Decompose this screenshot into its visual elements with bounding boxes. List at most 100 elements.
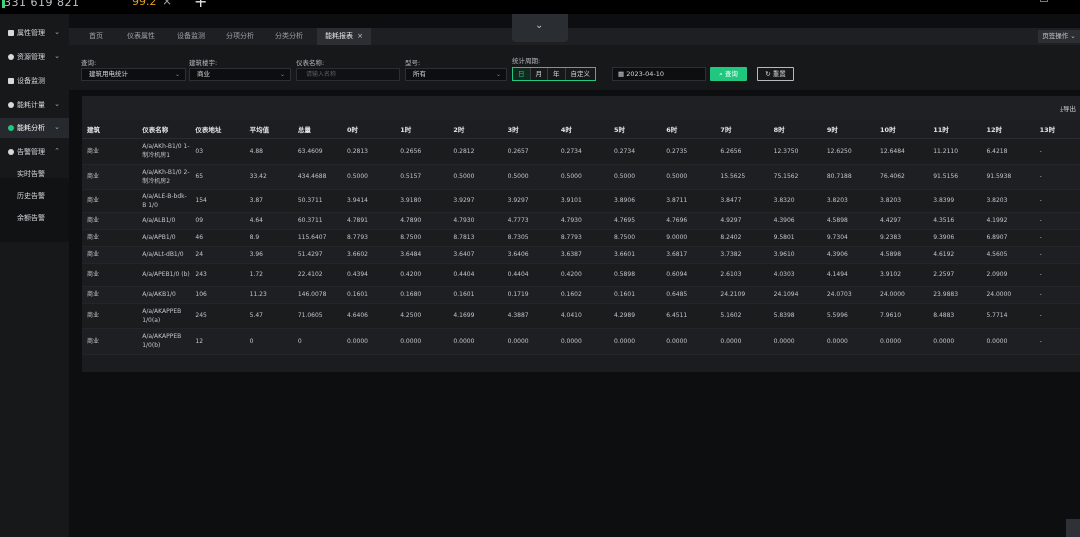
period-custom[interactable]: 自定义 bbox=[566, 68, 596, 80]
tab-home[interactable]: 首页 bbox=[80, 28, 112, 45]
table-cell: 9.5801 bbox=[768, 229, 822, 247]
table-cell: 7.9610 bbox=[875, 303, 929, 329]
table-cell: 0.5000 bbox=[342, 164, 396, 190]
table-cell: 245 bbox=[190, 303, 245, 329]
table-cell: 3.8399 bbox=[928, 189, 982, 213]
table-row[interactable]: 商业 A/a/AKAPPEB 1/0(b) 12 0 0 0.0000 0.0000 0.00… bbox=[82, 328, 1080, 355]
tab-item-analysis[interactable]: 分项分析 bbox=[218, 28, 262, 45]
table-cell: 商业 bbox=[82, 189, 138, 213]
table-cell: 0.0000 bbox=[609, 328, 662, 355]
table-cell: 3.6407 bbox=[448, 246, 503, 264]
model-select[interactable]: 所有 ⌄ bbox=[405, 68, 507, 81]
table-cell: 0.4404 bbox=[502, 263, 556, 287]
table-cell: 3.6387 bbox=[555, 246, 610, 264]
search-button[interactable]: ⌕ 查询 bbox=[710, 67, 747, 81]
table-cell: 63.4609 bbox=[292, 138, 342, 165]
column-header: 7时 bbox=[715, 120, 769, 139]
collapse-handle[interactable]: ⌄ bbox=[512, 14, 568, 42]
date-picker[interactable]: ▦ 2023-04-10 bbox=[612, 67, 706, 81]
energy-report-table: 建筑 仪表名称 仪表地址 平均值 总量 0时 1时 2时 3时 4时 5时 6时 7时 8时 9时 10时 11… bbox=[82, 120, 1080, 355]
table-cell: 4.0303 bbox=[768, 263, 822, 287]
table-row[interactable]: 商业 A/a/ALB1/0 09 4.64 60.3711 4.7891 4.7890 4.7… bbox=[82, 212, 1080, 230]
meter-icon bbox=[8, 102, 14, 108]
table-cell: 0.2812 bbox=[448, 138, 503, 165]
table-header-row: 建筑 仪表名称 仪表地址 平均值 总量 0时 1时 2时 3时 4时 5时 6时 7时 8时 9时 10时 11… bbox=[82, 120, 1080, 139]
table-cell: A/a/AKAPPEB 1/0(b) bbox=[137, 328, 191, 355]
table-cell: 8.7500 bbox=[609, 229, 662, 247]
table-cell: 0.5000 bbox=[661, 164, 716, 190]
sidebar-item-metering[interactable]: 能耗计量 ⌄ bbox=[0, 95, 69, 115]
table-row[interactable]: 商业 A/a/AKh-B1/0 1-制冷机房1 03 4.88 63.4609 0.281… bbox=[82, 138, 1080, 165]
table-cell: 0.0000 bbox=[981, 328, 1035, 355]
table-cell: 3.9297 bbox=[448, 189, 503, 213]
tab-category-analysis[interactable]: 分类分析 bbox=[267, 28, 311, 45]
table-row[interactable]: 商业 A/a/ALt-dB1/0 24 3.96 51.4297 3.6602 3.6484… bbox=[82, 246, 1080, 264]
table-row[interactable]: 商业 A/a/APB1/0 46 8.9 115.6407 8.7793 8.7500 8.7… bbox=[82, 229, 1080, 247]
table-cell: 4.7930 bbox=[448, 212, 503, 230]
table-cell: 0.4404 bbox=[448, 263, 503, 287]
reset-button[interactable]: ↻ 重置 bbox=[757, 67, 794, 81]
table-cell: 6.2656 bbox=[715, 138, 769, 165]
sidebar-item-alarm[interactable]: 告警管理 ⌃ bbox=[0, 142, 69, 162]
sidebar-item-label: 告警管理 bbox=[17, 148, 45, 156]
table-cell: 09 bbox=[190, 212, 245, 230]
meter-name-label: 仪表名称: bbox=[296, 59, 325, 67]
table-cell: 76.4062 bbox=[875, 164, 929, 190]
tab-label: 能耗报表 bbox=[325, 32, 354, 40]
table-cell: 5.1602 bbox=[715, 303, 769, 329]
table-cell: 商业 bbox=[82, 246, 138, 264]
period-year[interactable]: 年 bbox=[548, 68, 566, 80]
table-cell: 3.8711 bbox=[661, 189, 716, 213]
table-cell: 71.0605 bbox=[292, 303, 342, 329]
table-cell: 0 bbox=[292, 328, 342, 355]
sidebar-item-analysis[interactable]: 能耗分析 ⌄ bbox=[0, 118, 69, 138]
table-cell: 8.9 bbox=[244, 229, 293, 247]
tab-energy-report[interactable]: 能耗报表 × bbox=[317, 28, 371, 45]
tab-strip: 首页 仪表属性 设备监测 分项分析 分类分析 能耗报表 × 页签操作 ⌄ bbox=[69, 28, 1080, 45]
tab-meter-attributes[interactable]: 仪表属性 bbox=[119, 28, 163, 45]
table-row[interactable]: 商业 A/a/APEB1/0 (b) 243 1.72 22.4102 0.4394 0.4… bbox=[82, 263, 1080, 287]
query-select[interactable]: 建筑用电统计 ⌄ bbox=[81, 68, 186, 81]
close-icon[interactable]: × bbox=[162, 0, 172, 8]
column-header: 12时 bbox=[981, 120, 1035, 139]
table-cell: 24.1094 bbox=[768, 286, 822, 304]
query-value: 建筑用电统计 bbox=[89, 70, 128, 78]
table-cell: 8.7793 bbox=[342, 229, 396, 247]
sidebar-item-resource[interactable]: 资源管理 ⌄ bbox=[0, 47, 69, 67]
sidebar-subitem-balance-alarm[interactable]: 余额告警 bbox=[0, 208, 69, 228]
sidebar-subitem-realtime-alarm[interactable]: 实时告警 bbox=[0, 164, 69, 184]
maximize-icon[interactable] bbox=[1040, 0, 1048, 2]
table-row[interactable]: 商业 A/a/AKB1/0 106 11.23 146.0078 0.1601 0.1680… bbox=[82, 286, 1080, 304]
export-button[interactable]: ⤓导出 bbox=[1060, 103, 1076, 114]
table-cell: 0.5000 bbox=[448, 164, 503, 190]
column-header: 6时 bbox=[661, 120, 716, 139]
table-row[interactable]: 商业 A/a/ALE-B-bdk-B 1/0 154 3.87 50.3711 3.941… bbox=[82, 189, 1080, 213]
sidebar-item-property[interactable]: 属性管理 ⌄ bbox=[0, 23, 69, 43]
table-cell: A/a/AKh-B1/0 1-制冷机房1 bbox=[137, 138, 191, 165]
sidebar-subitem-history-alarm[interactable]: 历史告警 bbox=[0, 186, 69, 206]
table-cell: 3.6406 bbox=[502, 246, 556, 264]
table-cell: 0.2813 bbox=[342, 138, 396, 165]
close-icon[interactable]: × bbox=[357, 32, 363, 40]
sidebar-item-device-monitor[interactable]: 设备监测 bbox=[0, 71, 69, 91]
table-cell: 3.8203 bbox=[821, 189, 876, 213]
table-cell: 0.5898 bbox=[609, 263, 662, 287]
scroll-corner[interactable] bbox=[1066, 519, 1080, 537]
table-cell: 8.7793 bbox=[555, 229, 610, 247]
add-tab-icon[interactable]: + bbox=[194, 0, 207, 11]
table-row[interactable]: 商业 A/a/AKh-B1/0 2-制冷机房2 65 33.42 434.4688 0.5… bbox=[82, 164, 1080, 190]
tab-device-monitor[interactable]: 设备监测 bbox=[169, 28, 213, 45]
period-day[interactable]: 日 bbox=[513, 68, 531, 80]
meter-name-input[interactable]: 请输入名称 bbox=[296, 68, 400, 81]
period-month[interactable]: 月 bbox=[531, 68, 548, 80]
table-cell: 0.1601 bbox=[342, 286, 396, 304]
table-cell: 24.2109 bbox=[715, 286, 769, 304]
column-header: 5时 bbox=[609, 120, 662, 139]
refresh-icon: ↻ bbox=[765, 70, 773, 78]
table-cell: 6.4511 bbox=[661, 303, 716, 329]
building-select[interactable]: 商业 ⌄ bbox=[189, 68, 291, 81]
tab-operations-button[interactable]: 页签操作 ⌄ bbox=[1038, 30, 1080, 43]
table-cell: 6.8907 bbox=[981, 229, 1035, 247]
table-row[interactable]: 商业 A/a/AKAPPEB 1/0(a) 245 5.47 71.0605 4.6406… bbox=[82, 303, 1080, 329]
table-cell: 0.1602 bbox=[555, 286, 610, 304]
